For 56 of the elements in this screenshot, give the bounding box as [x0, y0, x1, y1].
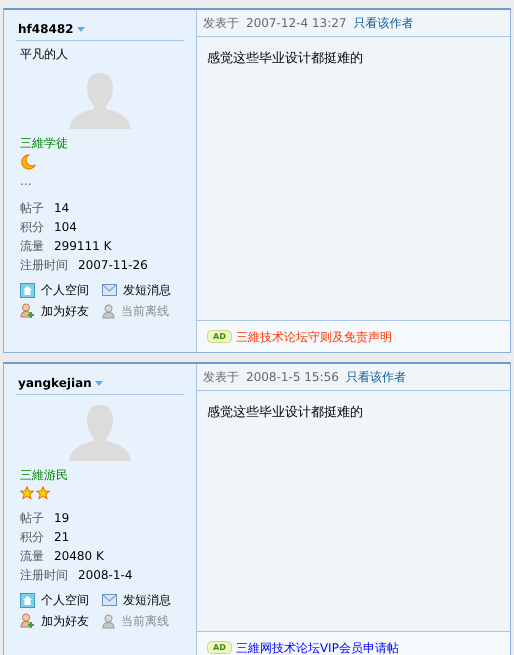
- stat-label: 注册时间: [20, 257, 68, 273]
- avatar-icon: [69, 71, 131, 129]
- posted-label: 发表于: [203, 369, 239, 386]
- moon-icon: [20, 154, 36, 170]
- custom-title: 平凡的人: [19, 46, 69, 63]
- stat-value: 21: [54, 529, 70, 545]
- add-user-icon: [20, 303, 35, 319]
- ad-badge: AD: [207, 330, 232, 343]
- stat-label: 流量: [20, 238, 44, 254]
- envelope-icon: [102, 594, 117, 606]
- stat-label: 帖子: [20, 510, 44, 526]
- post-time: 2007-12-4 13:27: [246, 15, 346, 32]
- stat-label: 注册时间: [20, 567, 68, 583]
- caret-icon[interactable]: [94, 380, 103, 386]
- stat-value: 2007-11-26: [78, 257, 148, 273]
- username[interactable]: yangkejian: [18, 374, 92, 392]
- action-link[interactable]: 发短消息: [123, 591, 171, 609]
- author-only-link[interactable]: 只看该作者: [354, 14, 414, 32]
- post-content: 感觉这些毕业设计都挺难的: [207, 404, 364, 422]
- caret-icon[interactable]: [76, 26, 85, 32]
- author-only-link[interactable]: 只看该作者: [346, 368, 406, 386]
- home-icon: [20, 282, 35, 298]
- rank-title: 三維游民: [19, 467, 69, 484]
- stat-value: 2008-1-4: [78, 567, 132, 583]
- stat-value: 20480 K: [54, 548, 104, 564]
- stat-label: 帖子: [20, 200, 44, 216]
- ad-link[interactable]: 三維网技术论坛VIP会员申请帖: [236, 638, 399, 655]
- stat-label: 流量: [20, 548, 44, 564]
- post-content: 感觉这些毕业设计都挺难的: [207, 50, 364, 68]
- user-icon: [102, 614, 115, 628]
- signature: ...: [19, 173, 32, 190]
- add-user-icon: [20, 613, 35, 629]
- ad-badge: AD: [207, 641, 232, 654]
- post-time: 2008-1-5 15:56: [246, 369, 339, 386]
- status-text: 当前离线: [121, 613, 169, 630]
- rank-title: 三維学徒: [19, 135, 69, 152]
- envelope-icon: [102, 284, 117, 296]
- home-icon: [20, 592, 35, 608]
- stat-value: 104: [54, 219, 77, 235]
- action-link[interactable]: 个人空间: [41, 281, 89, 299]
- action-link[interactable]: 加为好友: [41, 612, 89, 630]
- action-link[interactable]: 个人空间: [41, 591, 89, 609]
- star-icon: [36, 486, 50, 500]
- username[interactable]: hf48482: [18, 20, 74, 38]
- status-text: 当前离线: [121, 303, 169, 320]
- posted-label: 发表于: [203, 15, 239, 32]
- action-link[interactable]: 加为好友: [41, 302, 89, 320]
- star-icon: [20, 486, 34, 500]
- stat-label: 积分: [20, 529, 44, 545]
- stat-value: 19: [54, 510, 70, 526]
- stat-value: 299111 K: [54, 238, 112, 254]
- avatar-icon: [69, 403, 131, 461]
- stat-value: 14: [54, 200, 70, 216]
- user-icon: [102, 304, 115, 318]
- stat-label: 积分: [20, 219, 44, 235]
- action-link[interactable]: 发短消息: [123, 281, 171, 299]
